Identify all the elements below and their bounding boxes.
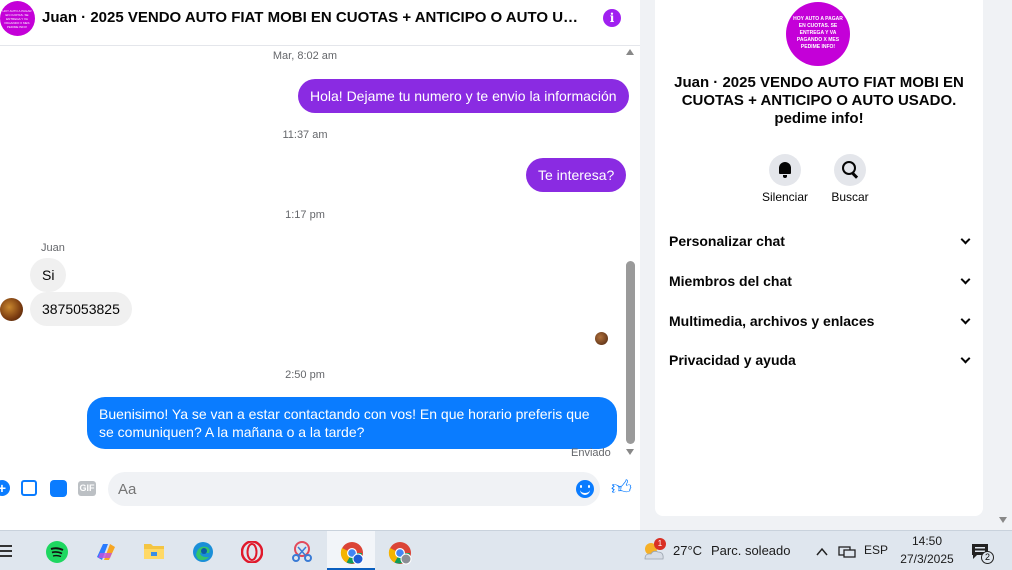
chevron-down-icon [960, 314, 971, 325]
section-media-files-links[interactable]: Multimedia, archivos y enlaces [669, 313, 971, 333]
emoji-icon[interactable] [576, 480, 594, 498]
section-customize-chat[interactable]: Personalizar chat [669, 233, 971, 253]
weather-temperature[interactable]: 27°C [673, 543, 702, 558]
search-button[interactable]: Buscar [815, 154, 885, 204]
section-label: Multimedia, archivos y enlaces [669, 313, 875, 329]
timestamp: 11:37 am [282, 129, 328, 141]
info-icon[interactable]: i [603, 9, 621, 27]
section-privacy-help[interactable]: Privacidad y ayuda [669, 352, 971, 372]
taskbar: 1 27°C Parc. soleado ESP 14:50 27/3/2025… [0, 530, 1012, 570]
sender-avatar[interactable] [0, 298, 23, 321]
language-indicator[interactable]: ESP [864, 543, 888, 557]
weather-alert-badge: 1 [654, 538, 666, 550]
conversation-avatar[interactable]: HOY AUTO A PAGAR EN CUOTAS. SE ENTREGA Y… [0, 1, 35, 36]
plus-icon[interactable]: + [0, 480, 10, 496]
chevron-down-icon [960, 234, 971, 245]
mute-label: Silenciar [761, 190, 809, 204]
file-explorer-icon[interactable] [143, 541, 165, 563]
message-status: Enviado [571, 447, 611, 459]
bell-icon [769, 154, 801, 186]
message-incoming[interactable]: Si [30, 258, 67, 292]
avatar-text: HOY AUTO A PAGAR EN CUOTAS. SE ENTREGA Y… [793, 16, 843, 50]
message-outgoing[interactable]: Buenisimo! Ya se van a estar contactando… [87, 397, 617, 449]
spotify-icon[interactable] [46, 541, 68, 563]
message-composer: + GIF 👍︎ [0, 470, 640, 510]
conversation-title[interactable]: Juan · 2025 VENDO AUTO FIAT MOBI EN CUOT… [42, 9, 582, 26]
message-outgoing[interactable]: Te interesa? [526, 158, 627, 192]
photo-icon[interactable] [21, 480, 37, 496]
conversation-title-large: Juan · 2025 VENDO AUTO FIAT MOBI EN CUOT… [674, 74, 964, 127]
clock-time[interactable]: 14:50 [895, 534, 959, 548]
network-icon[interactable] [838, 544, 856, 558]
message-incoming[interactable]: 3875053825 [30, 292, 132, 326]
copilot-icon[interactable] [94, 541, 116, 563]
chevron-down-icon [960, 353, 971, 364]
scroll-down-arrow[interactable] [626, 449, 634, 455]
message-input[interactable] [108, 472, 600, 506]
scrollbar-thumb[interactable] [626, 261, 635, 444]
mute-button[interactable]: Silenciar [750, 154, 820, 204]
sender-name: Juan [41, 242, 65, 254]
section-label: Personalizar chat [669, 233, 785, 249]
conversation-avatar-large: HOY AUTO A PAGAR EN CUOTAS. SE ENTREGA Y… [786, 2, 850, 66]
chat-header: HOY AUTO A PAGAR EN CUOTAS. SE ENTREGA Y… [0, 0, 640, 46]
thumbs-up-icon[interactable]: 👍︎ [611, 478, 632, 498]
section-label: Privacidad y ayuda [669, 352, 796, 368]
message-outgoing[interactable]: Hola! Dejame tu numero y te envio la inf… [298, 79, 629, 113]
chevron-down-icon [960, 274, 971, 285]
search-label: Buscar [831, 190, 869, 204]
chrome-profile-icon[interactable] [388, 541, 412, 565]
task-view-icon[interactable] [0, 543, 14, 559]
read-receipt-avatar [595, 332, 608, 345]
clock-date[interactable]: 27/3/2025 [895, 552, 959, 566]
avatar-text: HOY AUTO A PAGAR EN CUOTAS. SE ENTREGA Y… [2, 9, 32, 29]
search-icon [834, 154, 866, 186]
chevron-up-icon[interactable] [816, 544, 828, 556]
timestamp: Mar, 8:02 am [272, 50, 338, 62]
weather-description[interactable]: Parc. soleado [711, 543, 791, 558]
gif-icon[interactable]: GIF [78, 481, 96, 496]
scroll-up-arrow[interactable] [626, 49, 634, 55]
snipping-tool-icon[interactable] [290, 541, 312, 563]
timestamp: 2:50 pm [285, 369, 325, 381]
timestamp: 1:17 pm [285, 209, 325, 221]
conversation-details-panel: HOY AUTO A PAGAR EN CUOTAS. SE ENTREGA Y… [655, 0, 983, 516]
section-chat-members[interactable]: Miembros del chat [669, 273, 971, 293]
chrome-icon[interactable] [340, 541, 364, 565]
chat-panel: HOY AUTO A PAGAR EN CUOTAS. SE ENTREGA Y… [0, 0, 640, 530]
page-scroll-down-arrow[interactable] [999, 517, 1007, 523]
sticker-icon[interactable] [50, 480, 67, 497]
section-label: Miembros del chat [669, 273, 792, 289]
opera-icon[interactable] [240, 540, 264, 564]
edge-icon[interactable] [192, 541, 214, 563]
notification-count-badge: 2 [981, 551, 994, 564]
